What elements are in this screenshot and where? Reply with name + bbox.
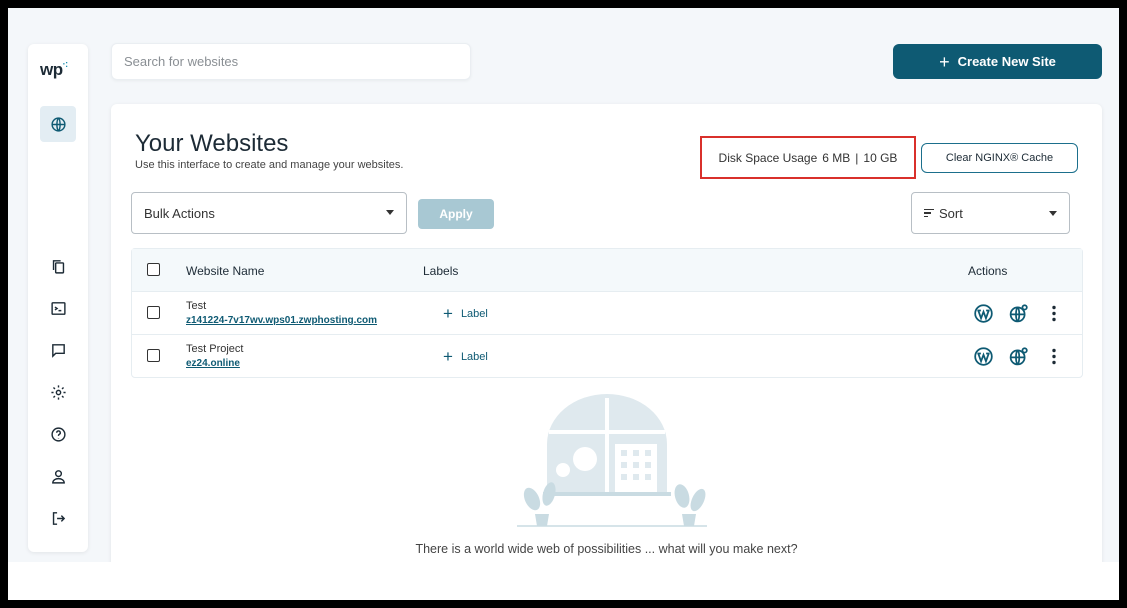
site-name: Test	[186, 300, 207, 312]
empty-state-illustration	[517, 394, 707, 527]
add-label-button[interactable]: + Label	[443, 305, 488, 322]
wordpress-admin-icon[interactable]	[973, 303, 994, 324]
bulk-actions-select[interactable]: Bulk Actions	[131, 192, 407, 234]
page-title: Your Websites	[135, 130, 289, 157]
row-checkbox[interactable]	[147, 306, 160, 319]
help-icon	[50, 426, 66, 442]
disk-used: 6 MB	[822, 150, 851, 165]
add-label-text: Label	[460, 307, 488, 320]
sort-value: Sort	[939, 205, 963, 221]
globe-icon	[50, 116, 66, 132]
app-window: wp·: + Create New Site Yo	[8, 8, 1119, 562]
sidebar: wp·:	[28, 44, 88, 552]
websites-table: Website Name Labels Actions Test z141224…	[131, 248, 1083, 378]
sort-icon	[924, 207, 934, 220]
sidebar-item-websites[interactable]	[40, 106, 76, 142]
logo-text: wp	[40, 60, 63, 79]
gear-icon	[50, 384, 66, 400]
table-header: Website Name Labels Actions	[132, 249, 1082, 292]
chat-icon	[51, 343, 65, 358]
apply-button[interactable]: Apply	[418, 199, 494, 229]
copy-icon	[52, 259, 64, 274]
plus-icon: +	[443, 347, 453, 366]
websites-panel: Your Websites Use this interface to crea…	[111, 104, 1102, 562]
globe-settings-icon[interactable]	[1008, 303, 1029, 324]
add-label-button[interactable]: + Label	[443, 348, 488, 365]
add-label-text: Label	[460, 350, 488, 363]
wordpress-admin-icon[interactable]	[973, 346, 994, 367]
globe-settings-icon[interactable]	[1008, 346, 1029, 367]
bottom-bar	[8, 562, 1119, 600]
disk-label: Disk Space Usage	[718, 150, 818, 165]
plus-icon: +	[939, 51, 950, 72]
sidebar-item-account[interactable]	[40, 458, 76, 494]
disk-separator: |	[855, 150, 859, 165]
sort-select[interactable]: Sort	[911, 192, 1070, 234]
page-subtitle: Use this interface to create and manage …	[135, 159, 404, 171]
column-header-name: Website Name	[186, 264, 265, 278]
table-row: Test Project ez24.online + Label	[132, 335, 1082, 378]
sidebar-item-logout[interactable]	[40, 500, 76, 536]
column-header-labels: Labels	[423, 264, 459, 278]
create-new-site-button[interactable]: + Create New Site	[893, 44, 1102, 79]
empty-state-message: There is a world wide web of possibiliti…	[415, 542, 798, 556]
sidebar-item-settings[interactable]	[40, 374, 76, 410]
site-url-link[interactable]: z141224-7v17wv.wps01.zwphosting.com	[186, 315, 377, 326]
terminal-icon	[50, 301, 66, 315]
sidebar-item-help[interactable]	[40, 416, 76, 452]
wp-logo[interactable]: wp·:	[40, 59, 68, 80]
logout-icon	[52, 511, 65, 525]
sidebar-item-files[interactable]	[40, 248, 76, 284]
search-box[interactable]	[111, 43, 471, 80]
sidebar-item-terminal[interactable]	[40, 290, 76, 326]
user-icon	[51, 469, 65, 484]
bulk-actions-value: Bulk Actions	[144, 205, 215, 221]
clear-cache-button[interactable]: Clear NGINX® Cache	[921, 143, 1078, 173]
row-checkbox[interactable]	[147, 349, 160, 362]
site-url-link[interactable]: ez24.online	[186, 358, 240, 369]
site-name: Test Project	[186, 343, 244, 355]
disk-total: 10 GB	[863, 150, 898, 165]
disk-space-usage: Disk Space Usage 6 MB | 10 GB	[700, 136, 916, 179]
caret-down-icon	[386, 210, 394, 215]
create-new-site-label: Create New Site	[957, 54, 1056, 69]
select-all-checkbox[interactable]	[147, 263, 160, 276]
sidebar-item-messages[interactable]	[40, 332, 76, 368]
caret-down-icon	[1049, 211, 1057, 216]
more-options-icon[interactable]	[1044, 346, 1064, 367]
column-header-actions: Actions	[968, 264, 1008, 278]
more-options-icon[interactable]	[1044, 303, 1064, 324]
search-input[interactable]	[124, 54, 470, 69]
table-row: Test z141224-7v17wv.wps01.zwphosting.com…	[132, 292, 1082, 335]
plus-icon: +	[443, 304, 453, 323]
